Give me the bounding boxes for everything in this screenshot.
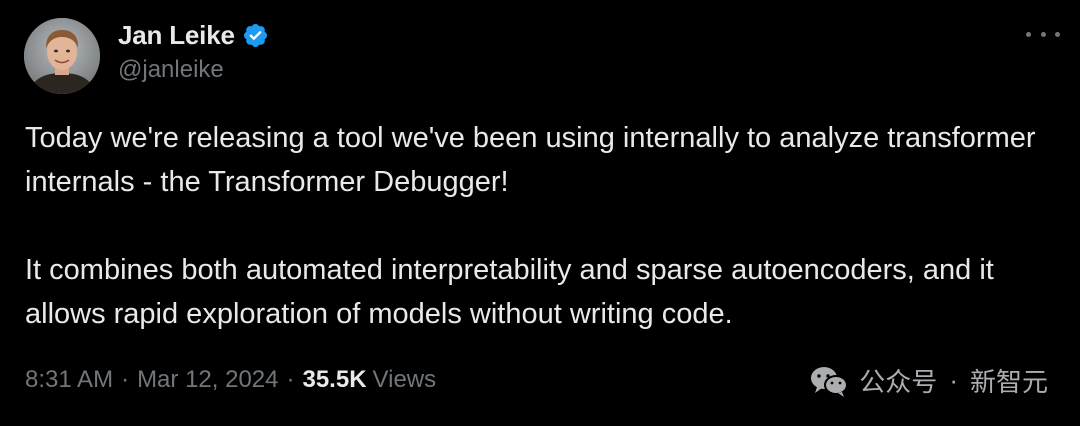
watermark-dot: · bbox=[949, 365, 958, 395]
wechat-logo-icon bbox=[811, 366, 849, 397]
more-dot bbox=[1055, 31, 1060, 37]
author-display-name[interactable]: Jan Leike bbox=[118, 20, 235, 51]
views-count[interactable]: 35.5K bbox=[302, 366, 366, 394]
more-dot bbox=[1026, 31, 1031, 37]
watermark-right: 新智元 bbox=[969, 367, 1048, 397]
avatar-portrait-icon bbox=[24, 18, 100, 94]
author-handle[interactable]: @janleike bbox=[118, 56, 269, 84]
views-label[interactable]: Views bbox=[373, 366, 437, 394]
tweet-text: Today we're releasing a tool we've been … bbox=[25, 116, 1055, 336]
tweet-card: Jan Leike @janleike Today we're releasin… bbox=[0, 0, 1080, 426]
more-options-icon[interactable] bbox=[1026, 22, 1060, 46]
watermark-left: 公众号 bbox=[859, 367, 938, 397]
tweet-paragraph: Today we're releasing a tool we've been … bbox=[25, 122, 1036, 198]
avatar[interactable] bbox=[24, 18, 100, 94]
meta-separator: · bbox=[286, 366, 295, 393]
verified-badge-icon[interactable] bbox=[242, 22, 269, 49]
tweet-paragraph: It combines both automated interpretabil… bbox=[25, 254, 994, 330]
watermark: 公众号 · 新智元 bbox=[809, 362, 1048, 399]
tweet-date[interactable]: Mar 12, 2024 bbox=[137, 366, 278, 394]
tweet-time[interactable]: 8:31 AM bbox=[25, 366, 113, 394]
more-dot bbox=[1040, 31, 1046, 37]
tweet-meta: 8:31 AM · Mar 12, 2024 · 35.5K Views bbox=[25, 366, 436, 394]
meta-separator: · bbox=[121, 366, 130, 393]
author-name-row: Jan Leike bbox=[118, 18, 269, 52]
author-block: Jan Leike @janleike bbox=[118, 18, 269, 84]
